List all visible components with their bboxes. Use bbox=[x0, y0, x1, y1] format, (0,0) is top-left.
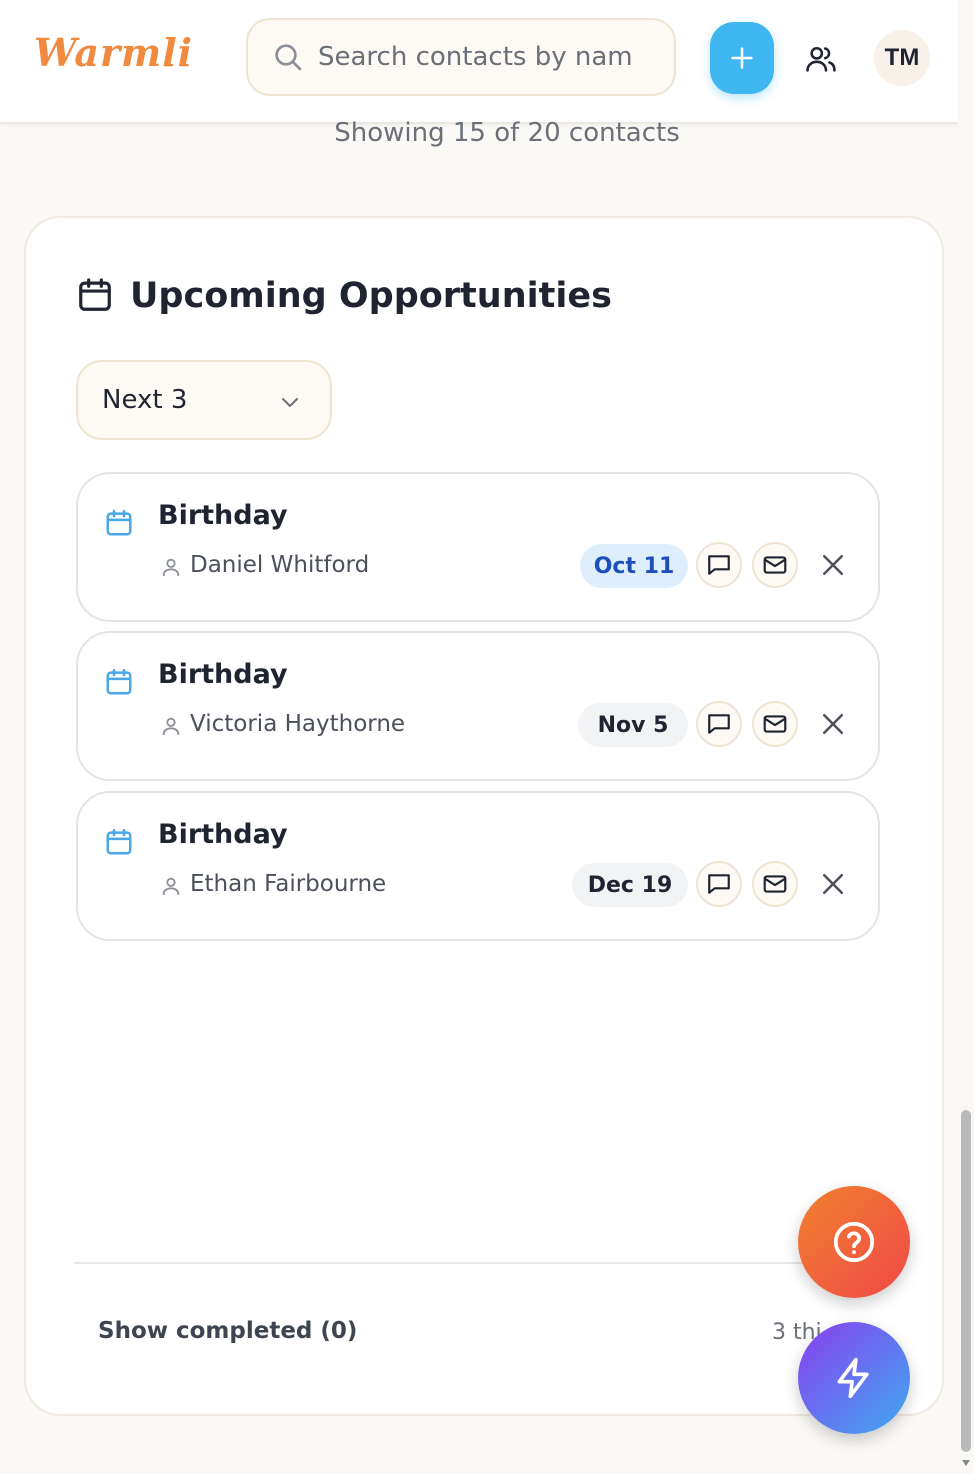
contact-name[interactable]: Victoria Haythorne bbox=[190, 711, 405, 737]
message-button[interactable] bbox=[696, 701, 742, 747]
date-badge: Dec 19 bbox=[572, 863, 688, 907]
email-button[interactable] bbox=[752, 861, 798, 907]
chevron-down-icon bbox=[282, 398, 298, 407]
section-title: Upcoming Opportunities bbox=[130, 276, 612, 316]
help-button[interactable] bbox=[798, 1186, 910, 1298]
scrollbar-thumb[interactable] bbox=[961, 1110, 971, 1452]
footer-divider bbox=[74, 1262, 894, 1264]
range-select[interactable]: Next 3 bbox=[76, 360, 332, 440]
contact-name[interactable]: Ethan Fairbourne bbox=[190, 871, 386, 897]
mail-icon bbox=[763, 715, 787, 733]
contacts-icon[interactable] bbox=[804, 42, 838, 76]
calendar-icon bbox=[106, 668, 132, 695]
contact-name[interactable]: Daniel Whitford bbox=[190, 552, 369, 578]
opportunity-item[interactable]: Birthday Victoria Haythorne Nov 5 bbox=[76, 631, 880, 781]
calendar-icon bbox=[106, 828, 132, 855]
page-scrollbar[interactable] bbox=[958, 0, 974, 1474]
email-button[interactable] bbox=[752, 701, 798, 747]
close-icon[interactable] bbox=[818, 869, 848, 899]
add-contact-button[interactable] bbox=[710, 22, 774, 94]
mail-icon bbox=[763, 875, 787, 893]
close-icon[interactable] bbox=[818, 550, 848, 580]
search-icon bbox=[275, 44, 302, 71]
person-icon bbox=[162, 717, 180, 736]
calendar-icon bbox=[79, 278, 111, 311]
calendar-icon bbox=[106, 509, 132, 536]
mail-icon bbox=[763, 556, 787, 574]
close-icon[interactable] bbox=[818, 709, 848, 739]
message-button[interactable] bbox=[696, 542, 742, 588]
range-select-value: Next 3 bbox=[102, 385, 188, 415]
message-button[interactable] bbox=[696, 861, 742, 907]
date-badge: Nov 5 bbox=[578, 703, 688, 747]
message-icon bbox=[708, 714, 730, 734]
opportunity-title: Birthday bbox=[158, 819, 288, 850]
show-completed-toggle[interactable]: Show completed (0) bbox=[98, 1318, 357, 1344]
person-icon bbox=[162, 558, 180, 577]
help-icon bbox=[833, 1221, 875, 1263]
opportunity-title: Birthday bbox=[158, 659, 288, 690]
app-logo[interactable]: Warmli bbox=[34, 30, 193, 75]
email-button[interactable] bbox=[752, 542, 798, 588]
opportunity-title: Birthday bbox=[158, 500, 288, 531]
opportunity-item[interactable]: Birthday Daniel Whitford Oct 11 bbox=[76, 472, 880, 622]
avatar[interactable]: TM bbox=[874, 30, 930, 86]
search-box[interactable] bbox=[246, 18, 676, 96]
message-icon bbox=[708, 555, 730, 575]
quick-action-button[interactable] bbox=[798, 1322, 910, 1434]
scroll-down-arrow-icon[interactable] bbox=[962, 1460, 970, 1466]
contacts-count-text: Showing 15 of 20 contacts bbox=[334, 118, 680, 148]
plus-icon bbox=[731, 47, 753, 69]
message-icon bbox=[708, 874, 730, 894]
top-bar: Warmli TM bbox=[0, 0, 958, 124]
person-icon bbox=[162, 877, 180, 896]
opportunity-item[interactable]: Birthday Ethan Fairbourne Dec 19 bbox=[76, 791, 880, 941]
date-badge: Oct 11 bbox=[580, 544, 688, 588]
lightning-icon bbox=[837, 1357, 869, 1399]
search-input[interactable] bbox=[318, 42, 648, 72]
